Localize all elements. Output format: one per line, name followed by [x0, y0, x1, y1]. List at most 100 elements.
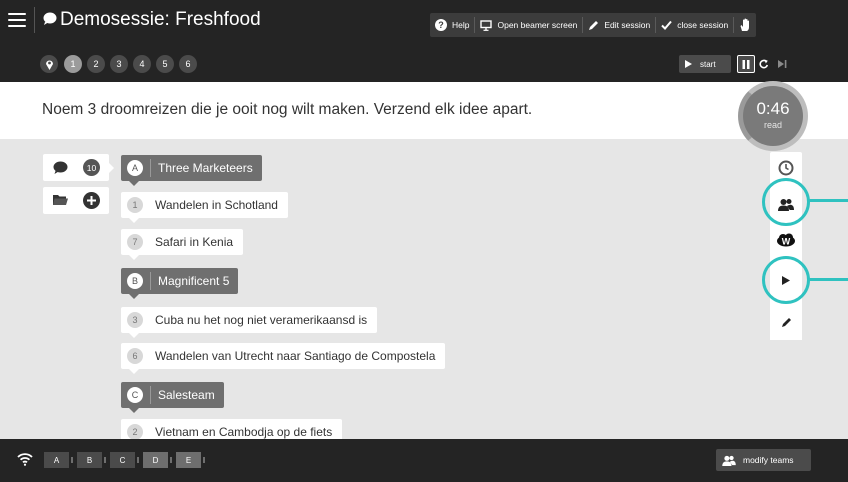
title-divider [34, 7, 35, 33]
team-name: Salesteam [158, 388, 215, 402]
pin-icon [45, 59, 54, 70]
team-chip-tick [203, 457, 205, 463]
question-icon: ? [435, 19, 447, 31]
hand-icon [739, 18, 751, 32]
open-beamer-label: Open beamer screen [497, 20, 578, 30]
cloud-icon: W [776, 233, 796, 247]
open-beamer-button[interactable]: Open beamer screen [475, 13, 582, 37]
timer-time: 0:46 [756, 99, 790, 118]
idea-text: Wandelen van Utrecht naar Santiago de Co… [155, 349, 436, 363]
team-chip-b[interactable]: B [77, 452, 102, 468]
idea-item[interactable]: 6 Wandelen van Utrecht naar Santiago de … [121, 343, 446, 374]
highlight-ring-team [762, 178, 810, 226]
idea-count-panel: 10 [43, 154, 114, 214]
reset-button[interactable] [755, 55, 773, 73]
question-tab-1[interactable]: 1 [64, 55, 82, 73]
team-letter: C [127, 387, 143, 403]
monitor-icon [480, 19, 493, 31]
edit-session-button[interactable]: Edit session [583, 13, 655, 37]
pencil-icon [781, 317, 792, 328]
highlight-ring-present [762, 256, 810, 304]
idea-item[interactable]: 7 Safari in Kenia [121, 229, 244, 260]
reset-icon [759, 59, 769, 69]
highlight-pointer-team [807, 199, 848, 202]
question-tab-4[interactable]: 4 [133, 55, 151, 73]
idea-count-row[interactable]: 10 [43, 154, 114, 181]
timer: 0:46 read [738, 81, 808, 151]
wordcloud-badge: W [782, 237, 791, 247]
team-chip-d[interactable]: D [143, 452, 168, 468]
help-label: Help [452, 20, 470, 30]
team-header[interactable]: C Salesteam [121, 382, 224, 413]
playback-controls [737, 55, 791, 73]
timer-label: read [763, 120, 782, 130]
question-tab-5[interactable]: 5 [156, 55, 174, 73]
folder-icon[interactable] [53, 194, 68, 206]
help-button[interactable]: ? Help [430, 13, 474, 37]
team-chip-tick [137, 457, 139, 463]
team-letter: B [127, 273, 143, 289]
start-button[interactable]: start [679, 55, 731, 73]
pause-icon [742, 59, 750, 69]
pin-button[interactable] [40, 55, 58, 73]
session-title: Demosessie: Freshfood [60, 9, 261, 30]
session-toolbar: ? Help Open beamer screen Edit session c… [430, 13, 757, 37]
clock-icon [778, 160, 794, 176]
idea-item[interactable]: 1 Wandelen in Schotland [121, 192, 288, 223]
team-header[interactable]: B Magnificent 5 [121, 268, 239, 299]
chat-bubble-icon [53, 161, 68, 174]
idea-text: Vietnam en Cambodja op de fiets [155, 425, 333, 439]
wifi-icon [17, 452, 33, 466]
idea-number: 2 [127, 424, 143, 439]
idea-list: A Three Marketeers 1 Wandelen in Schotla… [121, 153, 721, 439]
play-icon [685, 60, 692, 68]
pause-button[interactable] [737, 55, 755, 73]
team-chip-a[interactable]: A [44, 452, 69, 468]
start-label: start [700, 59, 716, 69]
team-chip-tick [71, 457, 73, 463]
idea-number: 1 [127, 197, 143, 213]
idea-item[interactable]: 2 Vietnam en Cambodja op de fiets [121, 419, 343, 439]
skip-icon [777, 60, 787, 68]
idea-text: Safari in Kenia [155, 235, 234, 249]
question-tab-2[interactable]: 2 [87, 55, 105, 73]
raise-hand-button[interactable] [734, 13, 756, 37]
pencil-icon [588, 20, 599, 31]
idea-text: Cuba nu het nog niet veramerikaansd is [155, 313, 368, 327]
team-divider [150, 386, 151, 404]
svg-text:?: ? [438, 20, 444, 30]
team-letter: A [127, 160, 143, 176]
team-chip-e[interactable]: E [176, 452, 201, 468]
idea-number: 7 [127, 234, 143, 250]
question-tab-3[interactable]: 3 [110, 55, 128, 73]
question-tab-6[interactable]: 6 [179, 55, 197, 73]
team-name: Magnificent 5 [158, 274, 230, 288]
question-nav: 1 2 3 4 5 6 [40, 55, 202, 73]
menu-icon[interactable] [8, 13, 26, 27]
add-button[interactable] [83, 192, 100, 209]
wordcloud-button[interactable]: W [770, 224, 802, 256]
team-divider [150, 159, 151, 177]
idea-number: 6 [127, 348, 143, 364]
highlight-pointer-present [807, 278, 848, 281]
team-name: Three Marketeers [158, 161, 253, 175]
idea-count-badge: 10 [83, 159, 100, 176]
edit-button[interactable] [770, 304, 802, 340]
skip-button[interactable] [773, 55, 791, 73]
question-text: Noem 3 droomreizen die je ooit nog wilt … [42, 101, 533, 118]
team-divider [150, 272, 151, 290]
folder-row [43, 187, 109, 214]
team-header[interactable]: A Three Marketeers [121, 155, 262, 186]
team-chip-c[interactable]: C [110, 452, 135, 468]
team-chip-tick [104, 457, 106, 463]
team-icon [722, 455, 736, 466]
edit-session-label: Edit session [604, 20, 651, 30]
modify-teams-button[interactable]: modify teams [716, 449, 811, 471]
chat-bubble-icon [43, 12, 57, 25]
idea-item[interactable]: 3 Cuba nu het nog niet veramerikaansd is [121, 307, 378, 338]
close-session-button[interactable]: close session [656, 13, 733, 37]
check-icon [661, 20, 672, 30]
idea-number: 3 [127, 312, 143, 328]
team-chip-tick [170, 457, 172, 463]
modify-teams-label: modify teams [743, 455, 794, 465]
